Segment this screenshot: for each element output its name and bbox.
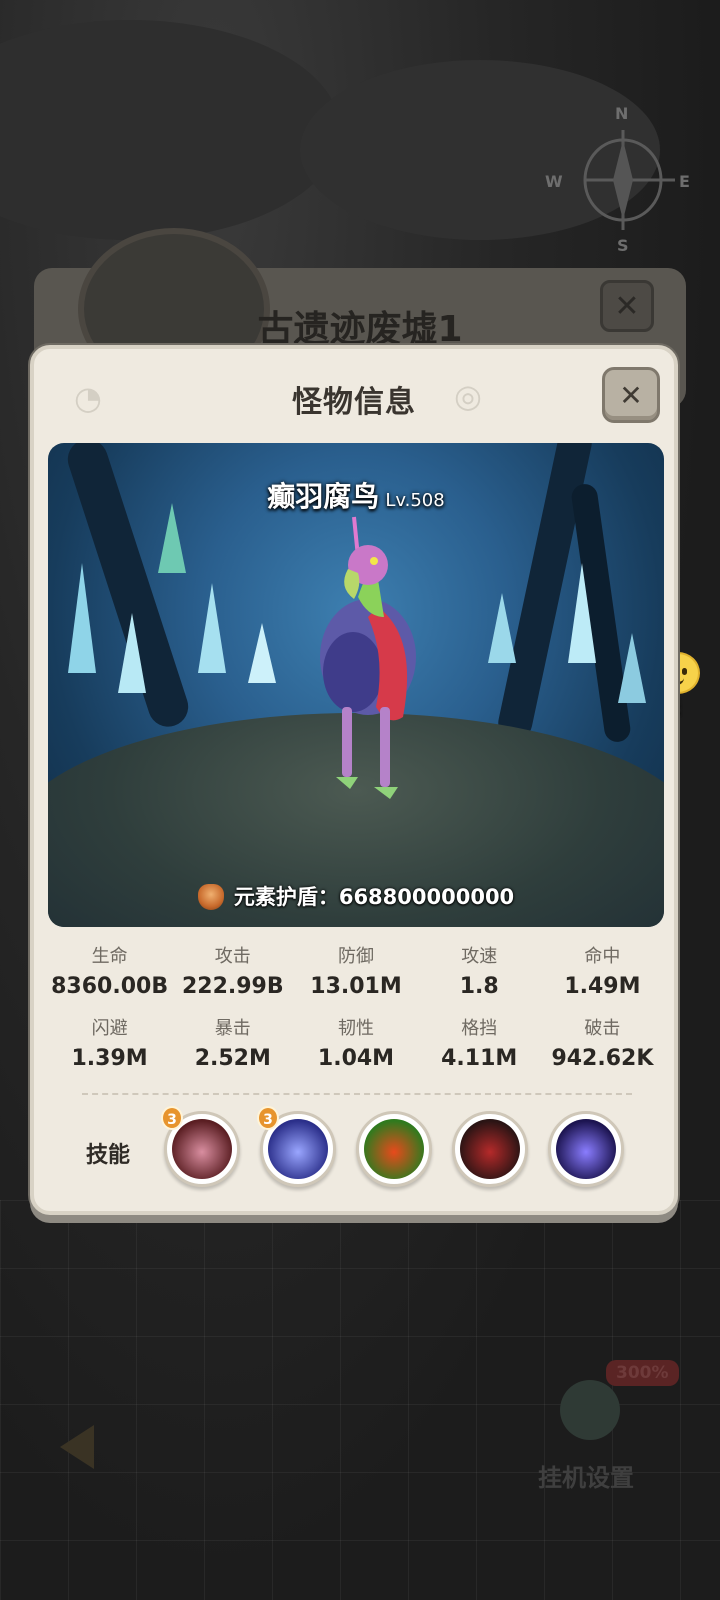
stat-toughness: 韧性 1.04M — [294, 1015, 417, 1087]
smiley-eye — [682, 668, 687, 675]
fanged-jaw-skill-icon — [460, 1119, 520, 1179]
compass-w: W — [545, 172, 563, 191]
stat-value: 1.49M — [564, 974, 641, 999]
stat-accuracy: 命中 1.49M — [541, 943, 664, 1015]
stat-value: 13.01M — [310, 974, 402, 999]
stat-label: 命中 — [584, 946, 621, 967]
crystal — [248, 623, 276, 683]
skill-button[interactable]: 3 — [257, 1106, 336, 1187]
bg-rock — [0, 20, 340, 240]
stat-label: 韧性 — [338, 1018, 374, 1039]
stat-critical: 暴击 2.52M — [171, 1015, 294, 1087]
compass-e: E — [679, 172, 690, 191]
skill-button[interactable] — [548, 1111, 624, 1187]
crystal — [488, 593, 516, 663]
skill-level-badge: 3 — [257, 1106, 279, 1130]
stat-attack-speed: 攻速 1.8 — [418, 943, 541, 1015]
crystal — [198, 583, 226, 673]
stat-value: 942.62K — [551, 1046, 654, 1071]
skill-button[interactable] — [452, 1111, 528, 1187]
roaring-maw-skill-icon — [172, 1119, 232, 1179]
shield-label: 元素护盾： — [233, 885, 339, 909]
monster-bird-image — [320, 516, 416, 799]
crystal — [118, 613, 146, 693]
idle-speed-badge: 300% — [606, 1360, 679, 1386]
skill-button[interactable] — [356, 1111, 432, 1187]
crystal — [68, 563, 96, 673]
piercing-spear-skill-icon — [268, 1119, 328, 1179]
compass-n: N — [615, 104, 629, 123]
stats-grid: 生命 8360.00B 攻击 222.99B 防御 13.01M 攻速 1.8 命中 1.… — [48, 943, 664, 1087]
stat-evasion: 闪避 1.39M — [48, 1015, 171, 1087]
stats-row: 闪避 1.39M 暴击 2.52M 韧性 1.04M 格挡 4.11M 破击 942.62… — [48, 1015, 664, 1087]
crystal — [568, 563, 596, 663]
stat-label: 暴击 — [214, 1018, 251, 1039]
stat-label: 防御 — [338, 946, 374, 967]
area-close-button[interactable]: ✕ — [600, 280, 654, 332]
monster-name: 癫羽腐鸟 — [267, 480, 380, 513]
close-button[interactable]: ✕ — [602, 367, 660, 423]
close-icon: ✕ — [619, 378, 643, 412]
back-arrow-icon[interactable] — [60, 1425, 94, 1469]
blood-drop-skill-icon — [364, 1119, 424, 1179]
skill-level-badge: 3 — [161, 1106, 183, 1130]
stat-label: 攻击 — [214, 946, 251, 967]
stats-row: 生命 8360.00B 攻击 222.99B 防御 13.01M 攻速 1.8 命中 1.… — [48, 943, 664, 1015]
stat-attack: 攻击 222.99B — [171, 943, 294, 1015]
stat-label: 闪避 — [91, 1018, 128, 1039]
stat-value: 1.8 — [459, 974, 499, 999]
stat-break: 破击 942.62K — [541, 1015, 664, 1087]
stat-label: 攻速 — [461, 946, 498, 967]
stat-hp: 生命 8360.00B — [48, 943, 171, 1015]
compass-s: S — [617, 236, 629, 255]
stat-value: 222.99B — [181, 974, 284, 999]
stat-label: 破击 — [584, 1018, 621, 1039]
divider — [82, 1093, 632, 1095]
skill-button[interactable]: 3 — [161, 1106, 240, 1187]
element-shield-icon — [197, 884, 224, 910]
monster-name-row: 癫羽腐鸟 Lv.508 — [48, 475, 664, 515]
stat-value: 4.11M — [441, 1046, 518, 1071]
stat-value: 8360.00B — [51, 974, 169, 999]
stat-value: 1.04M — [317, 1046, 395, 1071]
monster-scene: 癫羽腐鸟 Lv.508 元素护盾：668800000000 — [48, 443, 664, 927]
idle-settings-icon[interactable] — [560, 1380, 620, 1440]
dialog-title: 怪物信息 — [292, 385, 416, 420]
stat-label: 生命 — [91, 946, 128, 967]
spirit-flame-skill-icon — [556, 1119, 616, 1179]
compass-icon: N W E S — [545, 100, 690, 255]
stat-block: 格挡 4.11M — [418, 1015, 541, 1087]
idle-settings-label[interactable]: 挂机设置 — [538, 1458, 634, 1493]
stat-label: 格挡 — [461, 1018, 498, 1039]
crystal — [618, 633, 646, 703]
shield-value: 668800000000 — [338, 885, 515, 909]
skills-label: 技能 — [86, 1143, 131, 1168]
monster-level: Lv.508 — [385, 490, 445, 511]
monster-info-dialog: ◔ ◎ 怪物信息 ✕ 癫羽腐鸟 Lv.508 元素护盾：668800000000… — [30, 345, 678, 1215]
stat-value: 1.39M — [71, 1046, 148, 1071]
stat-defense: 防御 13.01M — [294, 943, 417, 1015]
element-shield-row: 元素护盾：668800000000 — [48, 881, 664, 911]
stat-value: 2.52M — [194, 1046, 271, 1071]
